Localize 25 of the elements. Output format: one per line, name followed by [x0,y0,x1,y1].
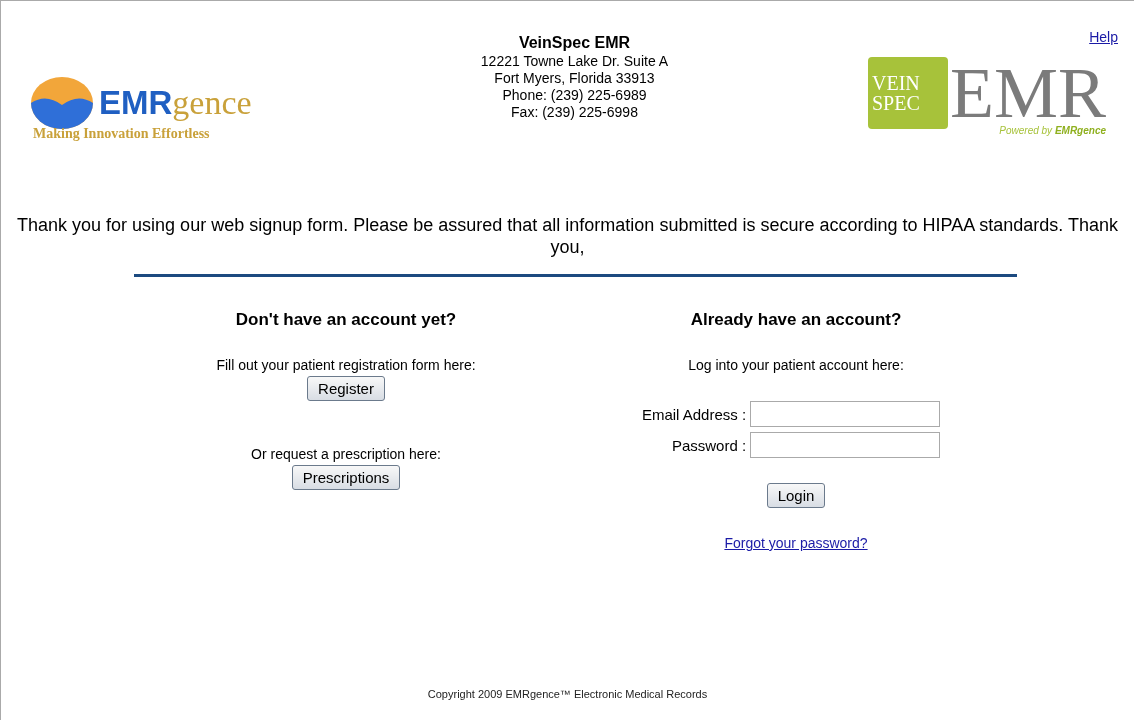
input-field[interactable] [750,401,941,427]
help-link[interactable]: Help [1089,29,1118,45]
logo-wordmark: EMRgence [99,86,252,120]
field-label: Email Address : [641,405,747,423]
action-button[interactable]: Register [307,376,385,401]
forgot-password-link[interactable]: Forgot your password? [724,535,868,551]
clinic-address-line: 12221 Towne Lake Dr. Suite A [480,53,669,70]
action-button[interactable]: Prescriptions [291,465,401,490]
clinic-name: VeinSpec EMR [518,34,631,51]
clinic-address-line: Fax: (239) 225-6998 [511,104,638,121]
logo-tagline: Making Innovation Effortless [33,126,211,142]
section-heading: Don't have an account yet? [235,310,457,330]
copyright-text: Copyright 2009 EMRgence™ Electronic Medical Records [426,688,709,700]
instruction-text: Or request a prescription here: [251,446,441,462]
sun-wave-icon [31,77,93,129]
intro-text: Thank you for using our web signup form. Please be assured that all information submitted is secure according to HIPAA standards. Thank you, [16,214,1119,258]
clinic-address-line: Fort Myers, Florida 33913 [494,70,655,87]
instruction-text: Log into your patient account here: [688,357,904,373]
clinic-address-line: Phone: (239) 225-6989 [502,87,647,104]
field-label: Password : [670,436,747,454]
login-button[interactable]: Login [766,483,826,508]
input-field[interactable] [750,432,941,458]
logo-badge: VEIN SPEC [867,57,948,129]
instruction-text: Fill out your patient registration form here: [216,357,476,373]
section-heading: Already have an account? [690,310,902,330]
